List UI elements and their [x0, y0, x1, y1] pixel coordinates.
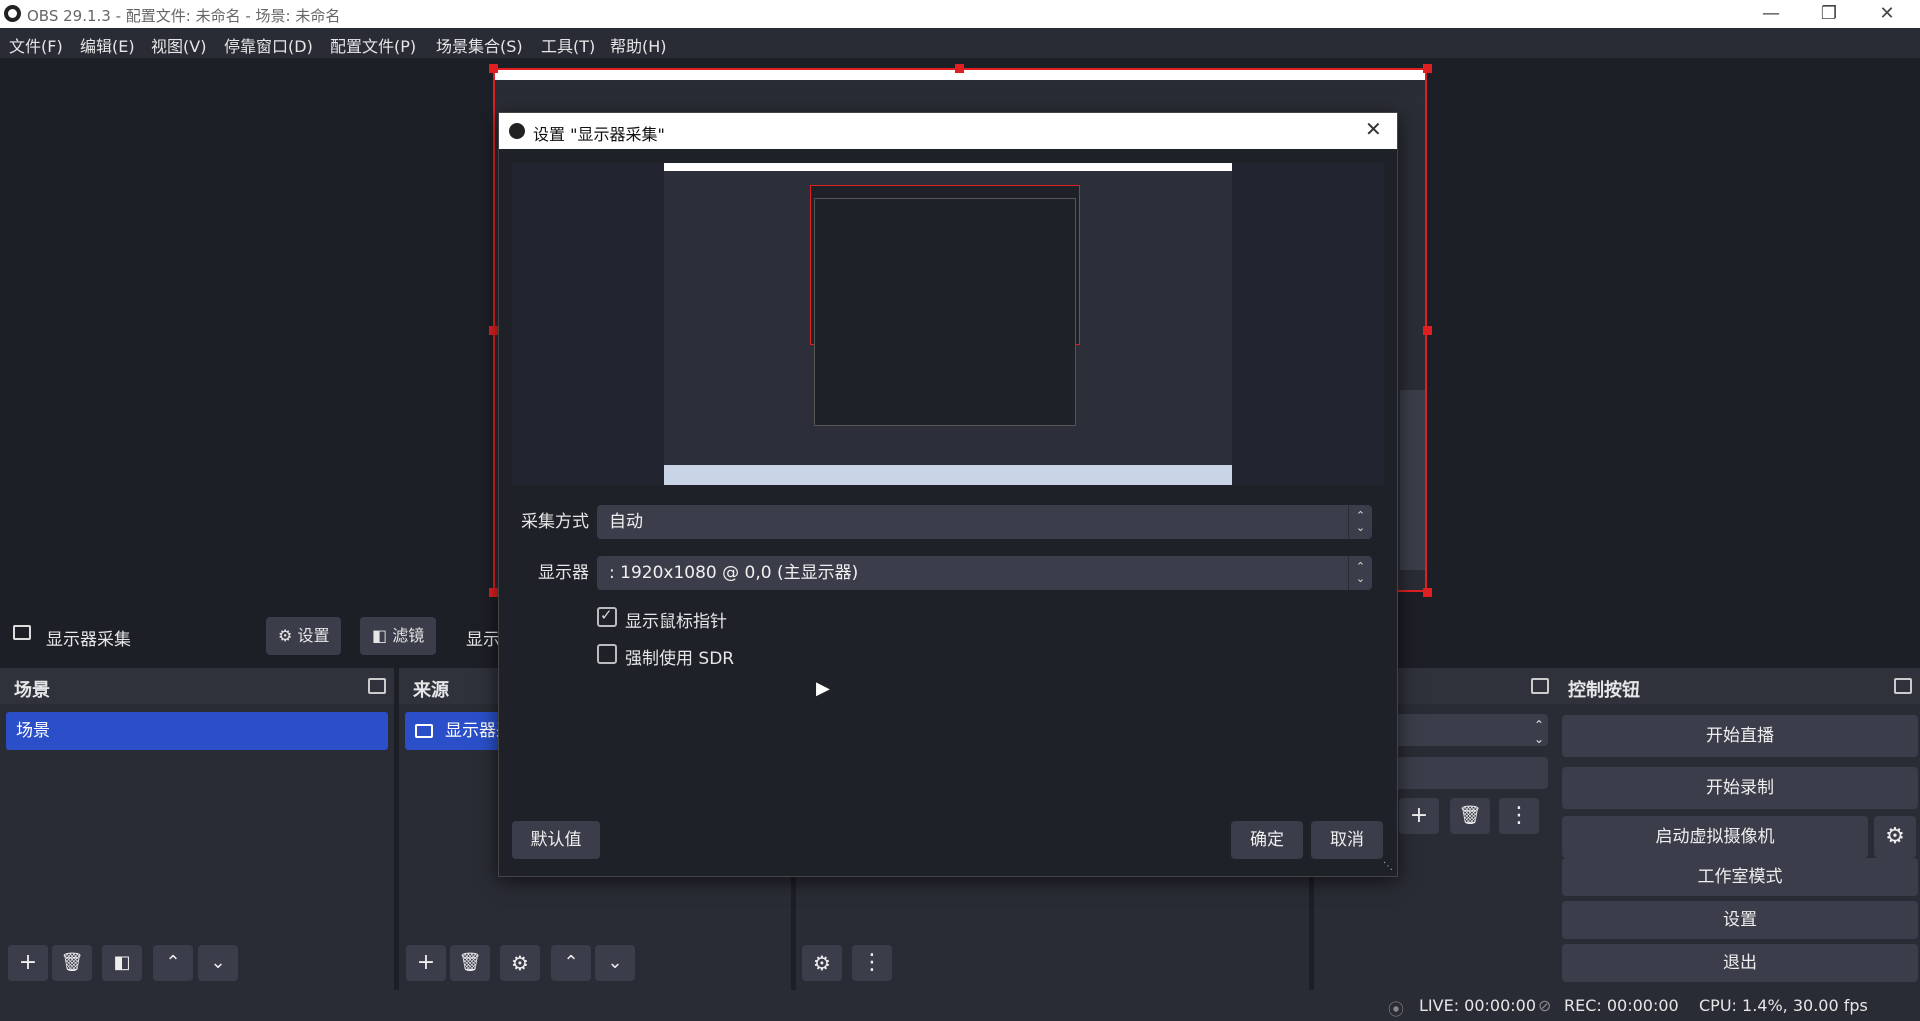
start-record-button[interactable]: 开始录制	[1562, 767, 1918, 809]
studio-mode-button[interactable]: 工作室模式	[1562, 858, 1918, 896]
controls-dock-header: 控制按钮	[1554, 668, 1920, 704]
cancel-button[interactable]: 取消	[1311, 821, 1383, 859]
dock-float-icon[interactable]	[368, 678, 386, 694]
monitor-icon	[415, 724, 433, 738]
restore-icon[interactable]: ❐	[1800, 2, 1858, 26]
gear-icon: ⚙	[278, 626, 293, 645]
capture-method-label: 采集方式	[521, 512, 589, 532]
menu-help[interactable]: 帮助(H)	[610, 33, 667, 57]
mouse-cursor-icon: ▶	[816, 678, 830, 699]
live-status: LIVE: 00:00:00	[1419, 996, 1537, 1015]
menu-docks[interactable]: 停靠窗口(D)	[224, 33, 313, 57]
show-cursor-checkbox[interactable]: ✓	[597, 606, 617, 627]
source-down-button[interactable]: ⌄	[595, 945, 635, 981]
scenes-dock-header: 场景	[0, 668, 394, 704]
ok-button[interactable]: 确定	[1231, 821, 1303, 859]
obs-logo-icon	[509, 123, 525, 139]
force-sdr-checkbox[interactable]	[597, 644, 617, 664]
start-stream-button[interactable]: 开始直播	[1562, 715, 1918, 757]
add-scene-button[interactable]: +	[8, 945, 48, 981]
source-settings-label: 设置	[297, 626, 330, 645]
dock-float-icon[interactable]	[1531, 678, 1549, 694]
exit-button[interactable]: 退出	[1562, 944, 1918, 982]
menu-bar: 文件(F) 编辑(E) 视图(V) 停靠窗口(D) 配置文件(P) 场景集合(S…	[0, 28, 1920, 58]
nested-taskbar	[664, 465, 1232, 485]
capture-method-select[interactable]: 自动 ⌃ ⌄	[597, 505, 1372, 539]
menu-scene-collection[interactable]: 场景集合(S)	[436, 33, 523, 57]
source-filters-button[interactable]: ◧ 滤镜	[360, 617, 437, 655]
cpu-status: CPU: 1.4%, 30.00 fps	[1699, 996, 1868, 1015]
dialog-titlebar: 设置 "显示器采集" ✕	[499, 113, 1397, 149]
status-bar: ⦿ LIVE: 00:00:00 ⊘ REC: 00:00:00 CPU: 1.…	[0, 990, 1920, 1021]
start-virtualcam-button[interactable]: 启动虚拟摄像机	[1562, 816, 1868, 858]
obs-logo-icon	[4, 5, 21, 22]
dock-float-icon[interactable]	[1894, 678, 1912, 694]
nested-dialog	[814, 198, 1076, 426]
add-source-button[interactable]: +	[406, 945, 446, 981]
chevron-updown-icon: ⌃ ⌄	[1348, 505, 1372, 539]
scenes-dock-title: 场景	[14, 680, 50, 701]
settings-button[interactable]: 设置	[1562, 901, 1918, 939]
remove-scene-button[interactable]: 🗑	[52, 945, 92, 981]
close-icon[interactable]: ✕	[1858, 2, 1916, 26]
window-titlebar: OBS 29.1.3 - 配置文件: 未命名 - 场景: 未命名 — ❐ ✕	[0, 0, 1920, 28]
nested-info-icon	[1400, 570, 1425, 590]
menu-tools[interactable]: 工具(T)	[541, 33, 595, 57]
menu-view[interactable]: 视图(V)	[151, 33, 206, 57]
display-select[interactable]: : 1920x1080 @ 0,0 (主显示器) ⌃ ⌄	[597, 556, 1372, 590]
remove-source-button[interactable]: 🗑	[450, 945, 490, 981]
rec-icon: ⊘	[1538, 996, 1552, 1015]
dialog-close-icon[interactable]: ✕	[1365, 117, 1382, 141]
virtualcam-settings-gear-icon[interactable]: ⚙	[1874, 816, 1916, 858]
display-value: : 1920x1080 @ 0,0 (主显示器)	[609, 563, 859, 583]
source-filters-label: 滤镜	[392, 626, 425, 645]
source-properties-gear-icon[interactable]: ⚙	[500, 945, 540, 981]
show-cursor-label: 显示鼠标指针	[625, 612, 727, 632]
checkmark-icon: ✓	[600, 606, 613, 624]
sources-dock-title: 来源	[413, 680, 449, 701]
force-sdr-label: 强制使用 SDR	[625, 649, 735, 669]
add-transition-button[interactable]: +	[1399, 798, 1439, 834]
nested-menubar	[495, 80, 1425, 96]
resize-grip-icon[interactable]: ⋱	[1383, 861, 1393, 872]
remove-transition-button[interactable]: 🗑	[1450, 798, 1490, 834]
network-icon: ⦿	[1388, 1000, 1405, 1019]
defaults-button[interactable]: 默认值	[512, 821, 600, 859]
menu-profile[interactable]: 配置文件(P)	[330, 33, 416, 57]
scene-filters-button[interactable]: ◧	[102, 945, 142, 981]
source-toolbar-truncated[interactable]: 显示	[466, 625, 500, 650]
menu-file[interactable]: 文件(F)	[9, 33, 63, 57]
monitor-icon	[13, 625, 31, 640]
controls-dock-title: 控制按钮	[1568, 680, 1640, 701]
chevron-updown-icon: ⌃ ⌄	[1348, 556, 1372, 590]
minimize-icon[interactable]: —	[1742, 2, 1800, 26]
filter-icon: ◧	[372, 626, 388, 645]
audio-menu-dots-icon[interactable]: ⋮	[852, 945, 892, 981]
scenes-dock: 场景 场景 + 🗑 ◧ ⌃ ⌄	[0, 668, 394, 990]
window-title: OBS 29.1.3 - 配置文件: 未命名 - 场景: 未命名	[27, 7, 341, 25]
source-settings-button[interactable]: ⚙ 设置	[266, 617, 342, 655]
selected-source-name: 显示器采集	[46, 630, 131, 650]
scene-item[interactable]: 场景	[6, 712, 388, 750]
rec-status: REC: 00:00:00	[1564, 996, 1679, 1015]
dialog-preview-capture	[664, 163, 1232, 485]
audio-advanced-gear-icon[interactable]: ⚙	[802, 945, 842, 981]
dialog-title: 设置 "显示器采集"	[533, 125, 665, 144]
properties-dialog: 设置 "显示器采集" ✕ 采集方式 自动 ⌃ ⌄ 显示器 : 1920x1080 …	[498, 112, 1398, 877]
nested-panel-edge	[1400, 390, 1425, 590]
scene-down-button[interactable]: ⌄	[198, 945, 238, 981]
chevron-updown-icon: ⌃ ⌄	[1533, 718, 1544, 746]
display-label: 显示器	[538, 563, 589, 583]
menu-edit[interactable]: 编辑(E)	[80, 33, 135, 57]
nested-titlebar	[664, 163, 1232, 171]
scene-up-button[interactable]: ⌃	[153, 945, 193, 981]
capture-method-value: 自动	[609, 512, 643, 532]
source-up-button[interactable]: ⌃	[551, 945, 591, 981]
transition-menu-dots-icon[interactable]: ⋮	[1499, 798, 1539, 834]
